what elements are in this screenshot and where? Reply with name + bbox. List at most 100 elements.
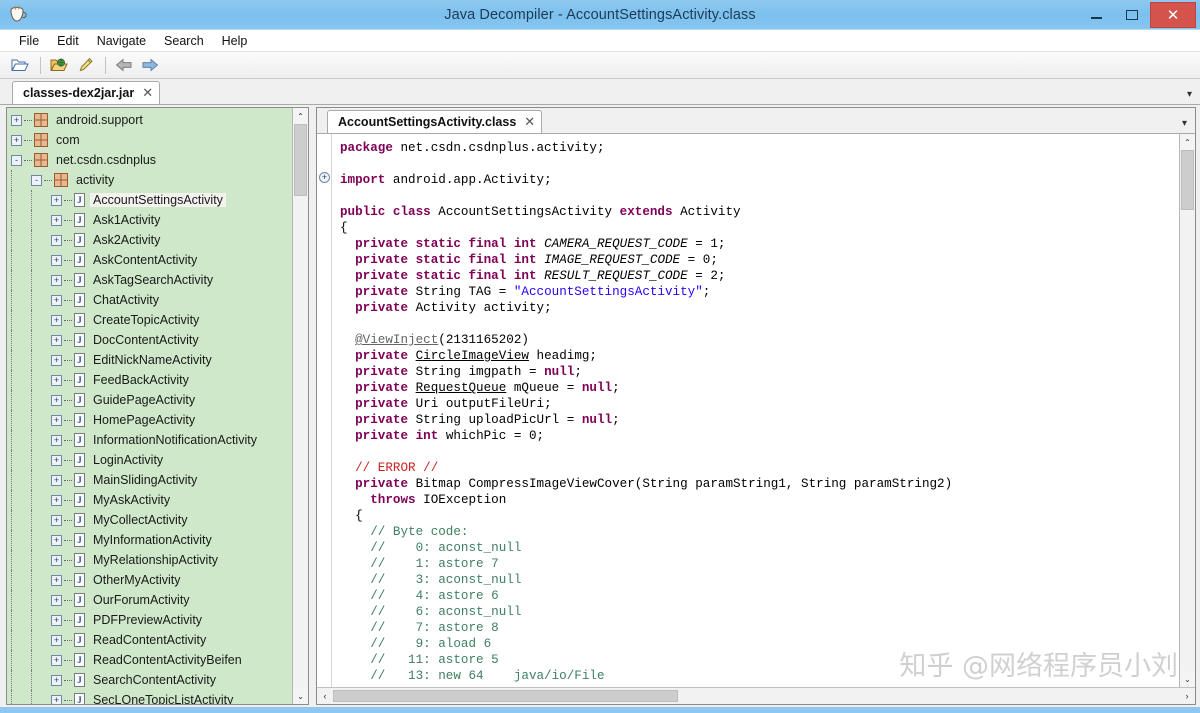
tree-node[interactable]: + J Ask2Activity <box>7 230 292 250</box>
expand-node-icon[interactable]: + <box>51 534 62 546</box>
tree-node[interactable]: + J CreateTopicActivity <box>7 310 292 330</box>
tree-node[interactable]: + J AccountSettingsActivity <box>7 190 292 210</box>
menu-search[interactable]: Search <box>155 32 213 50</box>
expand-node-icon[interactable]: + <box>51 694 62 704</box>
open-type-icon[interactable] <box>47 54 71 76</box>
maximize-button[interactable] <box>1114 2 1150 28</box>
expand-node-icon[interactable]: + <box>51 414 62 426</box>
tree-node[interactable]: + J GuidePageActivity <box>7 390 292 410</box>
tree-node[interactable]: + J FeedBackActivity <box>7 370 292 390</box>
expand-node-icon[interactable]: + <box>51 654 62 666</box>
expand-node-icon[interactable]: + <box>51 274 62 286</box>
jar-tab-classes-dex2jar[interactable]: classes-dex2jar.jar ✕ <box>12 81 161 104</box>
tree-node[interactable]: + J ChatActivity <box>7 290 292 310</box>
tree-scroll-track[interactable] <box>293 124 308 688</box>
editor-tab-accountsettingsactivity[interactable]: AccountSettingsActivity.class ✕ <box>327 110 543 133</box>
editor-hscroll-track[interactable] <box>333 688 1179 704</box>
expand-node-icon[interactable]: + <box>51 474 62 486</box>
editor-scroll-thumb[interactable] <box>1181 150 1194 210</box>
expand-node-icon[interactable]: + <box>51 634 62 646</box>
tree-node[interactable]: + J MyRelationshipActivity <box>7 550 292 570</box>
tree-node[interactable]: + J MyInformationActivity <box>7 530 292 550</box>
expand-node-icon[interactable]: + <box>51 354 62 366</box>
expand-node-icon[interactable]: + <box>51 454 62 466</box>
expand-node-icon[interactable]: + <box>51 234 62 246</box>
editor-scroll-track[interactable] <box>1180 150 1195 671</box>
scroll-up-icon[interactable]: ⌃ <box>293 108 308 124</box>
expand-node-icon[interactable]: + <box>51 574 62 586</box>
minimize-button[interactable] <box>1078 2 1114 28</box>
tree-node[interactable]: + J EditNickNameActivity <box>7 350 292 370</box>
tree-node[interactable]: - activity <box>7 170 292 190</box>
tree-node[interactable]: + J ReadContentActivityBeifen <box>7 650 292 670</box>
scroll-right-icon[interactable]: › <box>1179 688 1195 704</box>
expand-node-icon[interactable]: + <box>51 294 62 306</box>
expand-node-icon[interactable]: + <box>51 674 62 686</box>
close-icon[interactable]: ✕ <box>142 85 153 101</box>
collapse-node-icon[interactable]: - <box>31 174 42 186</box>
expand-node-icon[interactable]: + <box>51 314 62 326</box>
tree-node[interactable]: + J MyAskActivity <box>7 490 292 510</box>
expand-node-icon[interactable]: + <box>11 134 22 146</box>
editor-vertical-scrollbar[interactable]: ⌃ ⌄ <box>1179 134 1195 687</box>
tree-node[interactable]: + J AskTagSearchActivity <box>7 270 292 290</box>
tree-node[interactable]: + J PDFPreviewActivity <box>7 610 292 630</box>
tree-node[interactable]: + J SearchContentActivity <box>7 670 292 690</box>
editor-hscroll-thumb[interactable] <box>333 690 678 702</box>
expand-node-icon[interactable]: + <box>51 594 62 606</box>
tree-node[interactable]: + J SecLOneTopicListActivity <box>7 690 292 704</box>
tree-guide-line <box>11 630 12 650</box>
open-file-icon[interactable] <box>8 54 32 76</box>
package-tree[interactable]: + android.support + com - net.csdn.csdnplus - a… <box>7 108 292 704</box>
expand-node-icon[interactable]: + <box>51 554 62 566</box>
close-icon[interactable]: ✕ <box>524 114 535 130</box>
chevron-down-icon[interactable]: ▾ <box>1182 118 1187 129</box>
expand-node-icon[interactable]: + <box>51 194 62 206</box>
navigate-back-icon[interactable] <box>112 54 136 76</box>
tree-node[interactable]: + J InformationNotificationActivity <box>7 430 292 450</box>
tree-node[interactable]: + android.support <box>7 110 292 130</box>
tree-scroll-thumb[interactable] <box>294 124 307 196</box>
tree-node[interactable]: + J OtherMyActivity <box>7 570 292 590</box>
expand-node-icon[interactable]: + <box>51 254 62 266</box>
tree-node[interactable]: + J LoginActivity <box>7 450 292 470</box>
menu-help[interactable]: Help <box>213 32 257 50</box>
close-button[interactable]: ✕ <box>1150 1 1196 28</box>
highlighter-icon[interactable] <box>73 54 97 76</box>
scroll-left-icon[interactable]: ‹ <box>317 688 333 704</box>
expand-node-icon[interactable]: + <box>51 334 62 346</box>
scroll-down-icon[interactable]: ⌄ <box>1180 671 1195 687</box>
tree-node[interactable]: + J DocContentActivity <box>7 330 292 350</box>
expand-node-icon[interactable]: + <box>51 494 62 506</box>
package-icon <box>34 153 48 167</box>
source-code-view[interactable]: package net.csdn.csdnplus.activity; impo… <box>332 134 1179 687</box>
scroll-down-icon[interactable]: ⌄ <box>293 688 308 704</box>
tree-node[interactable]: - net.csdn.csdnplus <box>7 150 292 170</box>
tree-node[interactable]: + J ReadContentActivity <box>7 630 292 650</box>
tree-node[interactable]: + J HomePageActivity <box>7 410 292 430</box>
menu-edit[interactable]: Edit <box>48 32 88 50</box>
collapse-node-icon[interactable]: - <box>11 154 22 166</box>
editor-gutter[interactable]: + <box>317 134 332 687</box>
fold-collapse-icon[interactable]: + <box>319 172 330 183</box>
editor-horizontal-scrollbar[interactable]: ‹ › <box>317 687 1195 704</box>
scroll-up-icon[interactable]: ⌃ <box>1180 134 1195 150</box>
expand-node-icon[interactable]: + <box>51 434 62 446</box>
expand-node-icon[interactable]: + <box>51 514 62 526</box>
expand-node-icon[interactable]: + <box>51 614 62 626</box>
tree-node[interactable]: + J MainSlidingActivity <box>7 470 292 490</box>
tree-node[interactable]: + J Ask1Activity <box>7 210 292 230</box>
tree-node[interactable]: + J OurForumActivity <box>7 590 292 610</box>
expand-node-icon[interactable]: + <box>51 394 62 406</box>
navigate-forward-icon[interactable] <box>138 54 162 76</box>
expand-node-icon[interactable]: + <box>51 374 62 386</box>
expand-node-icon[interactable]: + <box>51 214 62 226</box>
expand-node-icon[interactable]: + <box>11 114 22 126</box>
menu-file[interactable]: File <box>10 32 48 50</box>
menu-navigate[interactable]: Navigate <box>88 32 155 50</box>
tree-node[interactable]: + J AskContentActivity <box>7 250 292 270</box>
tree-vertical-scrollbar[interactable]: ⌃ ⌄ <box>292 108 308 704</box>
tree-node[interactable]: + J MyCollectActivity <box>7 510 292 530</box>
tree-node[interactable]: + com <box>7 130 292 150</box>
chevron-down-icon[interactable]: ▾ <box>1187 89 1192 100</box>
